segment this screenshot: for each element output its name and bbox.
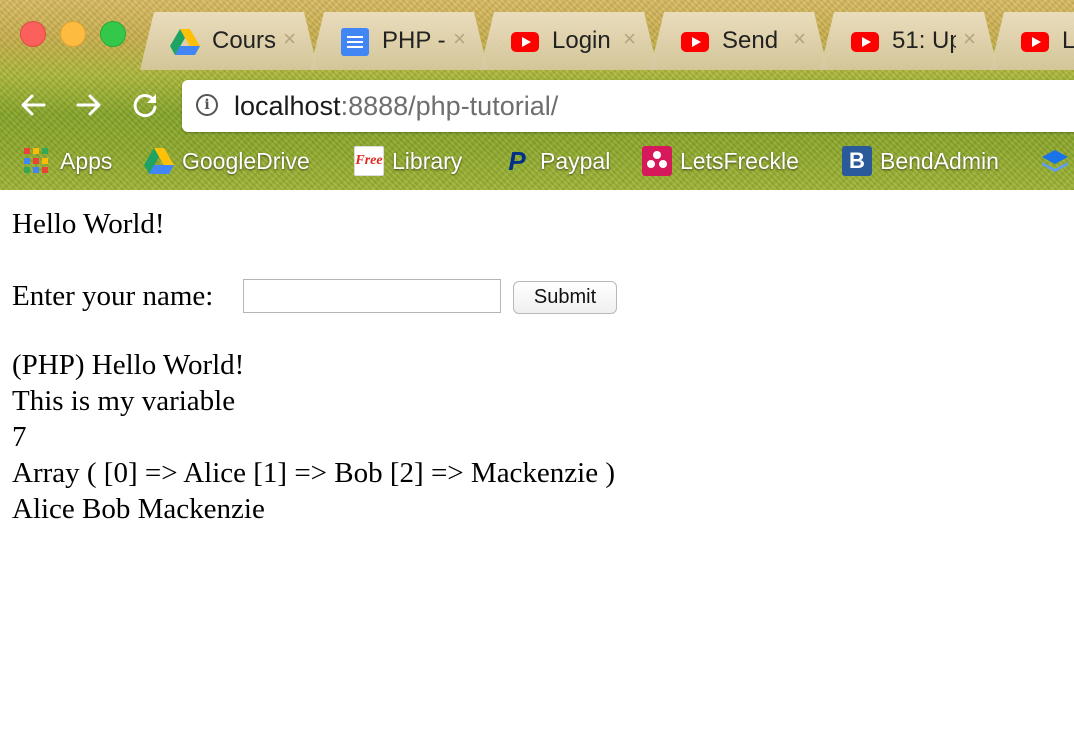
- tab-login[interactable]: Login ×: [480, 12, 658, 70]
- bookmark-apps[interactable]: Apps: [22, 144, 112, 178]
- bendadmin-icon: B: [842, 146, 872, 176]
- output-line: Alice Bob Mackenzie: [12, 493, 265, 525]
- browser-chrome: Cours × PHP - × Login × Send × 51: Up ×: [0, 0, 1074, 190]
- tab-label: PHP -: [382, 27, 446, 54]
- tab-l[interactable]: L: [990, 12, 1074, 70]
- bookmark-label: Library: [392, 147, 463, 174]
- output-line: This is my variable: [12, 385, 236, 417]
- bookmark-label: BendAdmin: [880, 147, 999, 174]
- output-line: (PHP) Hello World!: [12, 349, 245, 381]
- close-window-button[interactable]: [20, 21, 46, 47]
- address-url: localhost:8888/php-tutorial/: [234, 91, 558, 122]
- close-icon[interactable]: ×: [283, 26, 296, 52]
- youtube-icon: [850, 29, 880, 55]
- tab-label: Cours: [212, 27, 276, 54]
- bookmark-googledrive[interactable]: GoogleDrive: [144, 144, 310, 178]
- name-input[interactable]: [243, 279, 501, 313]
- bookmarks-bar: Apps GoogleDrive Free Library P Paypal L…: [0, 140, 1074, 184]
- hello-heading: Hello World!: [12, 208, 165, 240]
- submit-button[interactable]: Submit: [513, 281, 617, 314]
- back-button[interactable]: [16, 88, 50, 122]
- tab-send[interactable]: Send ×: [650, 12, 828, 70]
- google-docs-icon: [340, 28, 370, 56]
- bookmark-paypal[interactable]: P Paypal: [502, 144, 610, 178]
- bookmark-overflow[interactable]: [1040, 144, 1074, 178]
- bookmark-label: Apps: [60, 147, 113, 174]
- bookmark-library[interactable]: Free Library: [354, 144, 462, 178]
- youtube-icon: [680, 29, 710, 55]
- tab-strip: Cours × PHP - × Login × Send × 51: Up ×: [140, 12, 1074, 70]
- forward-button[interactable]: [72, 88, 106, 122]
- close-icon[interactable]: ×: [453, 26, 466, 52]
- youtube-icon: [510, 29, 540, 55]
- close-icon[interactable]: ×: [793, 26, 806, 52]
- youtube-icon: [1020, 29, 1050, 55]
- url-host: localhost: [234, 91, 341, 121]
- url-path: :8888/php-tutorial/: [340, 91, 559, 121]
- output-line: 7: [12, 421, 27, 453]
- maximize-window-button[interactable]: [100, 21, 126, 47]
- output-line: Array ( [0] => Alice [1] => Bob [2] => M…: [12, 457, 616, 489]
- google-drive-icon: [170, 29, 200, 55]
- tab-label: L: [1062, 27, 1074, 54]
- minimize-window-button[interactable]: [60, 21, 86, 47]
- free-library-icon: Free: [354, 146, 384, 176]
- tab-label: Login: [552, 27, 611, 54]
- forward-arrow-icon: [76, 94, 101, 116]
- letsfreckle-icon: [642, 146, 672, 176]
- name-label: Enter your name:: [12, 280, 214, 312]
- bookmark-label: LetsFreckle: [680, 147, 799, 174]
- bookmark-label: Paypal: [540, 147, 611, 174]
- address-bar[interactable]: i localhost:8888/php-tutorial/: [182, 80, 1074, 132]
- bookmark-label: GoogleDrive: [182, 147, 310, 174]
- reload-icon: [133, 94, 157, 117]
- bookmark-bendadmin[interactable]: B BendAdmin: [842, 144, 999, 178]
- tab-drive[interactable]: Cours ×: [140, 12, 318, 70]
- info-icon[interactable]: i: [196, 94, 218, 116]
- tab-51-up[interactable]: 51: Up ×: [820, 12, 998, 70]
- close-icon[interactable]: ×: [623, 26, 636, 52]
- bookmark-letsfreckle[interactable]: LetsFreckle: [642, 144, 799, 178]
- apps-grid-icon: [22, 146, 52, 176]
- tab-label: Send: [722, 27, 779, 54]
- reload-button[interactable]: [128, 88, 162, 122]
- close-icon[interactable]: ×: [963, 26, 976, 52]
- layers-icon: [1040, 146, 1070, 176]
- back-arrow-icon: [21, 94, 46, 116]
- paypal-icon: P: [508, 145, 526, 176]
- tab-php-doc[interactable]: PHP - ×: [310, 12, 488, 70]
- google-drive-icon: [144, 146, 174, 176]
- tab-label: 51: Up: [892, 27, 956, 54]
